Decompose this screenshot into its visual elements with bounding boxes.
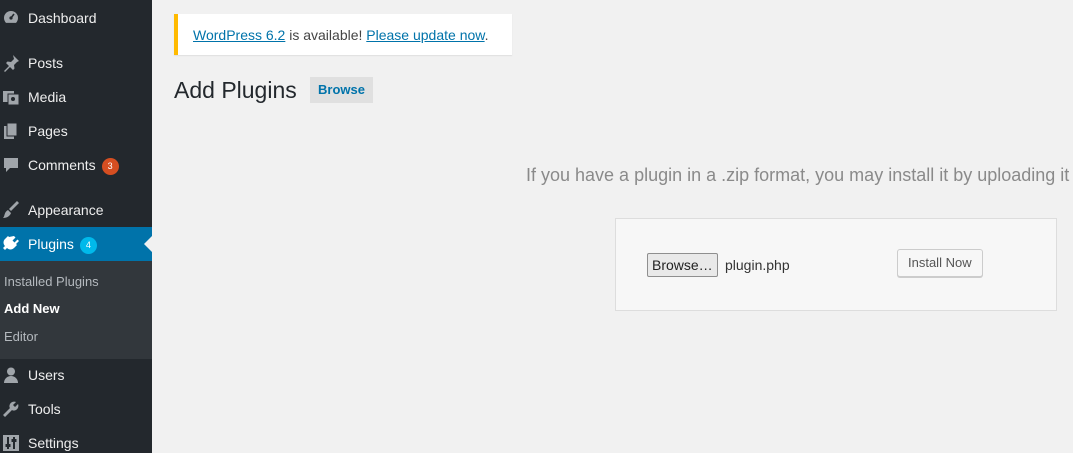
sidebar-item-label: Posts [28,55,64,71]
sidebar-item-label: Pages [28,123,68,139]
sidebar-item-settings[interactable]: Settings [0,426,152,453]
settings-sliders-icon [2,434,20,452]
wordpress-version-link[interactable]: WordPress 6.2 [193,27,285,43]
sidebar-item-label: Users [28,367,65,383]
file-browse-button[interactable]: Browse… [647,253,718,277]
sidebar-item-tools[interactable]: Tools [0,392,152,426]
admin-sidebar: Dashboard Posts Media Pages Comments 3 Ap… [0,0,152,453]
media-icon [2,88,20,106]
sidebar-item-media[interactable]: Media [0,80,152,114]
sidebar-item-appearance[interactable]: Appearance [0,193,152,227]
notice-text: is available! [285,27,367,43]
sidebar-item-label: Tools [28,401,61,417]
sidebar-item-label: Settings [28,435,79,451]
sidebar-item-label: Comments [28,157,96,173]
sidebar-item-label-wrap: Plugins 4 [28,235,97,254]
submenu-item-editor[interactable]: Editor [4,328,38,346]
update-notice: WordPress 6.2 is available! Please updat… [174,14,512,55]
sidebar-item-label-wrap: Comments 3 [28,156,119,175]
comment-icon [2,156,20,174]
sidebar-item-label: Media [28,89,67,105]
wrench-icon [2,400,20,418]
sidebar-item-comments[interactable]: Comments 3 [0,148,152,182]
update-now-link[interactable]: Please update now [366,27,484,43]
pushpin-icon [2,54,20,72]
sidebar-item-label: Dashboard [28,10,97,26]
page-title: Add Plugins [174,77,297,103]
sidebar-item-posts[interactable]: Posts [0,46,152,80]
submenu-item-installed-plugins[interactable]: Installed Plugins [4,273,99,291]
sidebar-item-plugins[interactable]: Plugins 4 [0,227,152,261]
plugins-submenu: Installed Plugins Add New Editor [0,261,152,359]
notice-text-end: . [484,27,489,43]
install-now-button[interactable]: Install Now [897,249,983,277]
plugins-update-badge: 4 [79,237,97,254]
dashboard-icon [2,9,20,27]
sidebar-item-users[interactable]: Users [0,358,152,392]
upload-instructions: If you have a plugin in a .zip format, y… [526,165,1073,185]
selected-file-name: plugin.php [725,257,790,273]
current-menu-arrow [144,236,152,252]
upload-plugin-form: Browse… plugin.php Install Now [615,218,1057,311]
browse-plugins-button[interactable]: Browse [310,77,373,103]
sidebar-item-label: Appearance [28,202,104,218]
comments-count-badge: 3 [101,158,119,175]
sidebar-item-label: Plugins [28,236,74,252]
submenu-item-add-new[interactable]: Add New [4,300,60,318]
pages-icon [2,122,20,140]
sidebar-item-dashboard[interactable]: Dashboard [0,1,152,35]
paintbrush-icon [2,201,20,219]
plug-icon [2,235,20,253]
user-icon [2,366,20,384]
sidebar-item-pages[interactable]: Pages [0,114,152,148]
